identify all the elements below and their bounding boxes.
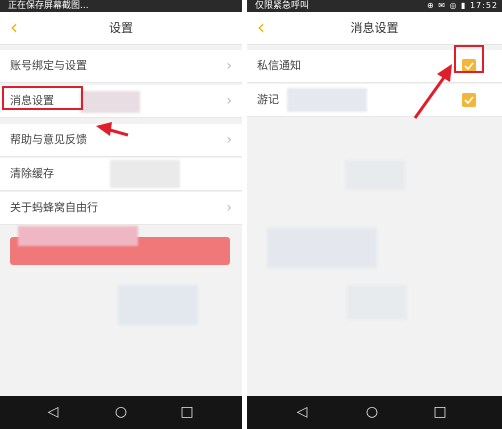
android-nav-bar: ◁ ○ □ xyxy=(0,396,242,429)
right-phone-screen: 仅限紧急呼叫 ⊕ ✉ ◎ ▮ 17:52 ‹ 消息设置 私信通知 游记 ◁ ○ … xyxy=(247,0,502,429)
android-nav-bar: ◁ ○ □ xyxy=(247,396,502,429)
recents-square-icon[interactable]: □ xyxy=(425,396,455,429)
blurred-region xyxy=(110,160,180,188)
back-triangle-icon[interactable]: ◁ xyxy=(38,396,68,429)
chevron-right-icon: › xyxy=(226,200,232,216)
settings-item-about[interactable]: 关于蚂蜂窝自由行 › xyxy=(0,192,242,225)
left-phone-screen: 正在保存屏幕截图... ‹ 设置 账号绑定与设置 › 消息设置 › 帮助与意见反… xyxy=(0,0,242,429)
home-circle-icon[interactable]: ○ xyxy=(357,396,387,429)
blurred-region xyxy=(267,228,377,268)
settings-item-clear-cache[interactable]: 清除缓存 xyxy=(0,158,242,191)
blurred-region xyxy=(118,285,198,325)
settings-item-label: 关于蚂蜂窝自由行 xyxy=(10,201,98,214)
blurred-region xyxy=(18,226,138,246)
blurred-region xyxy=(347,285,407,320)
annotation-arrow-icon xyxy=(96,122,129,137)
home-circle-icon[interactable]: ○ xyxy=(106,396,136,429)
recents-square-icon[interactable]: □ xyxy=(172,396,202,429)
back-triangle-icon[interactable]: ◁ xyxy=(287,396,317,429)
settings-item-label: 清除缓存 xyxy=(10,167,54,180)
blurred-region xyxy=(345,160,405,190)
annotation-arrow-icon xyxy=(413,64,452,119)
